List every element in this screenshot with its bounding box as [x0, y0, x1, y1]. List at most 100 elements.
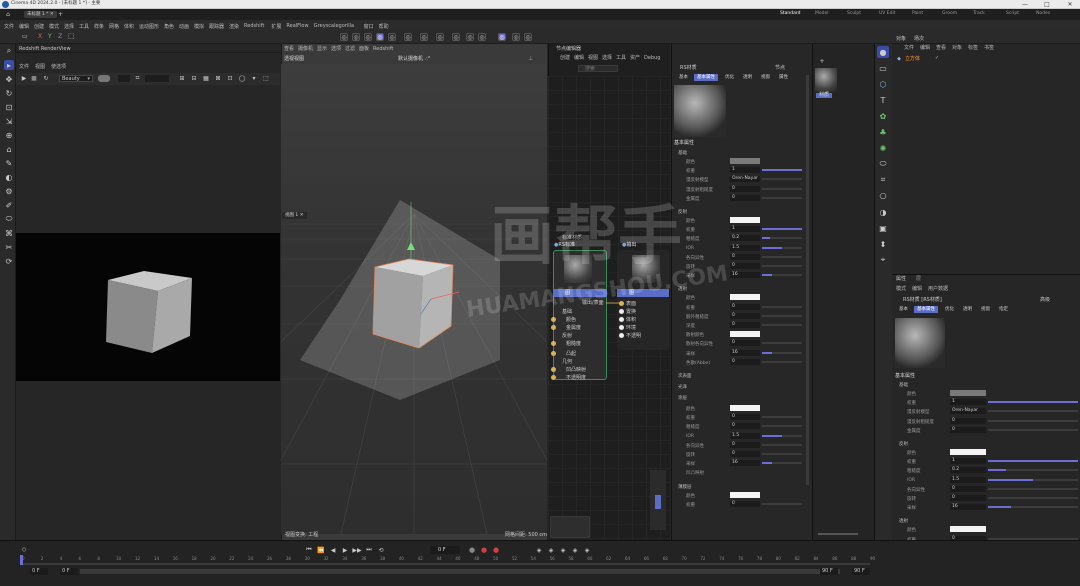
left-tool-icon-2[interactable]: ✥	[4, 74, 14, 84]
viewport-menu-1[interactable]: 摄像机	[298, 47, 313, 52]
viewport-menu-2[interactable]: 显示	[317, 47, 327, 52]
menu-item-18[interactable]: Greyscalegorilla	[314, 23, 354, 29]
menu-item-15[interactable]: Redshift	[244, 23, 264, 29]
left-tool-icon-15[interactable]: ⟳	[4, 256, 14, 266]
node-editor-menu-1[interactable]: 编辑	[574, 56, 584, 61]
renderview-menu-0[interactable]: 文件	[19, 65, 29, 70]
renderview-menu-2[interactable]: 使选项	[51, 65, 66, 70]
attr-top-trans_rows-swatch-4[interactable]	[730, 331, 760, 338]
attr-right-refl_rows-swatch-0[interactable]	[950, 449, 986, 455]
renderview-tool-icon-6[interactable]: ▾	[250, 74, 258, 82]
timeline-ruler[interactable]	[20, 563, 870, 565]
attr-top-trans_rows-field-2[interactable]: 0	[730, 312, 760, 319]
attr-top-refl_rows-field-4[interactable]: 0	[730, 253, 760, 260]
attr-top-refl_rows-field-2[interactable]: 0.2	[730, 235, 760, 242]
playback-icon-2[interactable]: ◀	[329, 546, 337, 554]
attr-top-base_rows-slider-2[interactable]	[762, 178, 802, 181]
attr-top-base_rows-field-1[interactable]: 1	[730, 167, 760, 174]
node-editor-menu-6[interactable]: Debug	[644, 56, 660, 61]
render-stop-icon[interactable]: ■	[30, 74, 38, 82]
tool-icon-11[interactable]: ◎	[498, 33, 506, 41]
attributes-menu-1[interactable]: 编辑	[912, 287, 922, 292]
left-tool-icon-13[interactable]: ⌘	[4, 228, 14, 238]
menu-item-20[interactable]: 帮助	[379, 23, 389, 30]
playhead[interactable]	[20, 555, 23, 565]
object-menu-1[interactable]: 编辑	[920, 46, 930, 51]
tool-icon-6[interactable]: ◎	[420, 33, 428, 41]
object-menu-4[interactable]: 标签	[968, 46, 978, 51]
layout-tab-6[interactable]: Track	[973, 11, 985, 17]
menu-item-3[interactable]: 模式	[49, 23, 59, 30]
menu-item-9[interactable]: 运动图形	[139, 23, 159, 30]
tool-icon-13[interactable]: ◎	[524, 33, 532, 41]
right-tool-icon-10[interactable]: ◑	[877, 206, 889, 218]
node2-port-dot-2[interactable]	[619, 317, 624, 322]
viewport-menu-5[interactable]: 面板	[359, 47, 369, 52]
attributes-mode[interactable]: 高级	[1040, 298, 1050, 303]
attr-top-collapsed-2[interactable]: 涂层	[678, 395, 687, 401]
attr-top-trans_rows-field-6[interactable]: 16	[730, 349, 760, 356]
tool-icon-2[interactable]: ◎	[364, 33, 372, 41]
attr-top-tab-1[interactable]: 基本属性	[694, 74, 718, 81]
attr-top-refl_rows-field-6[interactable]: 16	[730, 272, 760, 279]
attr-right-refl_rows-field-5[interactable]: 0	[950, 495, 986, 501]
node-editor-menu-5[interactable]: 资产	[630, 56, 640, 61]
tool-icon-3[interactable]: ◎	[376, 33, 384, 41]
viewport-menu-3[interactable]: 选项	[331, 47, 341, 52]
layout-tab-0[interactable]: Standard	[780, 11, 800, 17]
render-refresh-icon[interactable]: ↻	[42, 74, 50, 82]
attr-top-coat_rows-slider-2[interactable]	[762, 425, 802, 428]
range-start-field[interactable]: 0 F	[30, 568, 48, 575]
beauty-select[interactable]: Beauty ▾	[59, 75, 93, 82]
object-visible-icon[interactable]: ✓	[935, 56, 939, 61]
tool-icon-0[interactable]: ◎	[340, 33, 348, 41]
menu-item-14[interactable]: 渲染	[229, 23, 239, 30]
attributes-menu-0[interactable]: 模式	[896, 287, 906, 292]
attr-top-coat_rows-slider-4[interactable]	[762, 443, 802, 446]
attr-right-base_rows-field-2[interactable]: Oren-Nayar	[950, 408, 986, 415]
attr-top-coat_rows-field-1[interactable]: 0	[730, 414, 760, 421]
attr-top-coat_rows-slider-5[interactable]	[762, 453, 802, 455]
attr-right-refl_rows-slider-5[interactable]	[988, 497, 1078, 499]
left-tool-icon-8[interactable]: ✎	[4, 158, 14, 168]
attr-top-scrollbar[interactable]	[806, 75, 809, 485]
render-play-icon[interactable]: ▶	[20, 74, 28, 82]
attr-right-tab-3[interactable]: 透明	[960, 306, 975, 313]
key-tool-icon-2[interactable]: ◈	[559, 546, 567, 554]
attr-top-sheen_rows-swatch-0[interactable]	[730, 491, 760, 498]
right-tool-icon-9[interactable]: ⎔	[877, 190, 889, 202]
attr-right-tab-0[interactable]: 基本	[896, 306, 911, 313]
zoom-field[interactable]	[118, 75, 130, 82]
tool-icon-8[interactable]: ◎	[452, 33, 460, 41]
attr-top-tab-5[interactable]: 属性	[776, 74, 791, 81]
object-menu-5[interactable]: 书签	[984, 46, 994, 51]
attr-top-trans_rows-slider-7[interactable]	[762, 360, 802, 363]
attr-top-refl_rows-swatch-0[interactable]	[730, 217, 760, 223]
tool-icon-5[interactable]: ◎	[404, 33, 412, 41]
menu-item-2[interactable]: 创建	[34, 23, 44, 30]
maximize-icon[interactable]: □	[1042, 0, 1052, 9]
attr-right-base_rows-slider-3[interactable]	[988, 419, 1078, 422]
node-editor-menu-0[interactable]: 创建	[560, 56, 570, 61]
home-icon[interactable]: ⌂	[4, 10, 12, 18]
layout-tab-8[interactable]: Nodes	[1036, 11, 1050, 17]
attr-top-collapsed-0[interactable]: 次表面	[678, 373, 692, 379]
node1-port-dot-8[interactable]	[551, 375, 556, 380]
menu-item-6[interactable]: 样条	[94, 23, 104, 30]
playback-icon-5[interactable]: ⏭	[365, 546, 373, 554]
right-tool-icon-11[interactable]: ▣	[877, 222, 889, 234]
attr-top-section-base_label[interactable]: 基础	[678, 150, 687, 156]
menu-item-16[interactable]: 扩展	[271, 23, 281, 30]
attr-right-refl_rows-field-1[interactable]: 1	[950, 458, 986, 465]
right-tool-icon-6[interactable]: ✺	[877, 142, 889, 154]
zoom-select[interactable]	[98, 75, 110, 82]
key-tool-icon-1[interactable]: ◈	[547, 546, 555, 554]
attr-top-base_rows-slider-4[interactable]	[762, 196, 802, 199]
key-tool-icon-0[interactable]: ◈	[535, 546, 543, 554]
left-tool-icon-3[interactable]: ↻	[4, 88, 14, 98]
left-tool-icon-6[interactable]: ⊕	[4, 130, 14, 140]
attr-right-refl_rows-slider-4[interactable]	[988, 487, 1078, 490]
attr-right-base_rows-slider-2[interactable]	[988, 410, 1078, 413]
attr-top-refl_rows-slider-4[interactable]	[762, 255, 802, 258]
attr-right-base_rows-field-1[interactable]: 1	[950, 399, 986, 406]
